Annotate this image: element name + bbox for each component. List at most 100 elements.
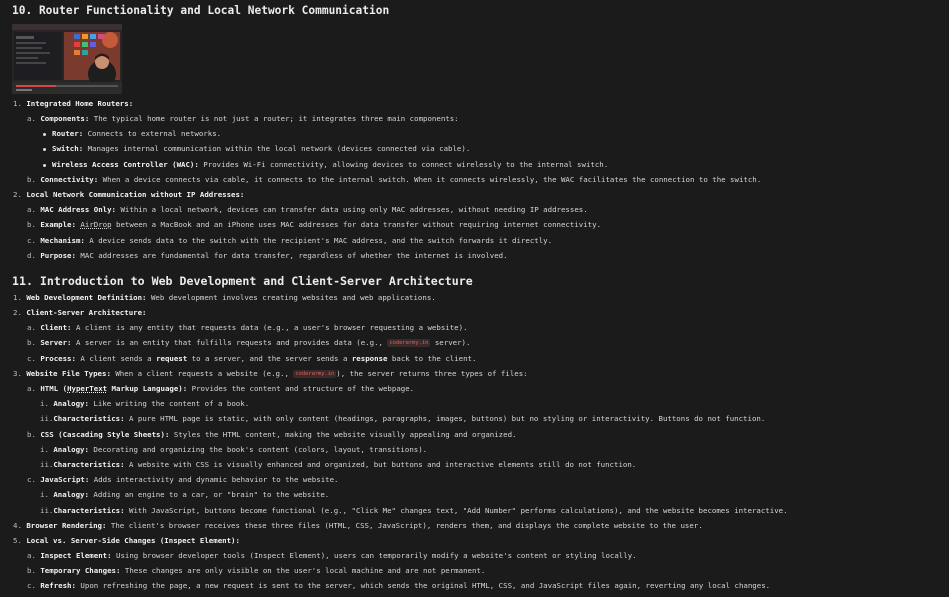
list-item: ii.Characteristics: With JavaScript, but… <box>40 506 788 516</box>
list-item: 3. Website File Types: When a client req… <box>13 369 528 379</box>
item-term: Website File Types: <box>26 369 111 378</box>
list-marker: i. <box>40 445 49 454</box>
request-term: request <box>156 354 188 363</box>
list-item: 5. Local vs. Server-Side Changes (Inspec… <box>13 536 240 546</box>
list-item: a. MAC Address Only: Within a local netw… <box>27 205 588 215</box>
item-text: When a device connects via cable, it con… <box>98 175 762 184</box>
list-item: 2. Client-Server Architecture: <box>13 308 147 318</box>
list-item: b. CSS (Cascading Style Sheets): Styles … <box>27 430 516 440</box>
list-item: b. Connectivity: When a device connects … <box>27 175 761 185</box>
item-term: Local vs. Server-Side Changes (Inspect E… <box>26 536 240 545</box>
inline-code: coderarmy.in <box>293 370 337 378</box>
item-text: The typical home router is not just a ro… <box>89 114 459 123</box>
item-term: Analogy: <box>53 490 89 499</box>
item-text: Decorating and organizing the book's con… <box>88 445 428 454</box>
list-item: 1. Integrated Home Routers: <box>13 99 133 109</box>
list-item: d. Purpose: MAC addresses are fundamenta… <box>27 251 508 261</box>
item-text: MAC addresses are fundamental for data t… <box>75 251 508 260</box>
item-term: Purpose: <box>40 251 76 260</box>
notes-page: 10. Router Functionality and Local Netwo… <box>0 0 949 597</box>
bullet-icon <box>43 147 46 151</box>
list-marker: c. <box>27 581 36 590</box>
item-term: Analogy: <box>53 445 89 454</box>
list-item: c. Refresh: Upon refreshing the page, a … <box>27 581 770 591</box>
list-marker: c. <box>27 354 36 363</box>
item-text: Manages internal communication within th… <box>83 144 471 153</box>
item-text: server). <box>430 338 471 347</box>
item-text: A server is an entity that fulfills requ… <box>71 338 388 347</box>
item-term: Connectivity: <box>40 175 99 184</box>
item-term: Characteristics: <box>53 506 125 515</box>
item-term: Client-Server Architecture: <box>26 308 147 317</box>
item-term: Router: <box>52 129 84 138</box>
item-term: Characteristics: <box>53 460 125 469</box>
item-text: to a server, and the server sends a <box>187 354 352 363</box>
item-term: HTML ( <box>40 384 68 393</box>
item-text: With JavaScript, buttons become function… <box>124 506 788 515</box>
item-term: Analogy: <box>53 399 89 408</box>
hypertext-term: HyperText <box>67 384 108 393</box>
list-item: c. Process: A client sends a request to … <box>27 354 476 364</box>
item-text: These changes are only visible on the us… <box>120 566 486 575</box>
item-text: Upon refreshing the page, a new request … <box>75 581 771 590</box>
list-marker: 2. <box>13 308 22 317</box>
item-term: Mechanism: <box>40 236 85 245</box>
list-marker: ii. <box>40 414 54 423</box>
item-text: Connects to external networks. <box>83 129 222 138</box>
list-item: i. Analogy: Decorating and organizing th… <box>40 445 427 455</box>
item-text: Within a local network, devices can tran… <box>116 205 588 214</box>
item-term: Temporary Changes: <box>40 566 121 575</box>
item-text: A pure HTML page is static, with only co… <box>124 414 766 423</box>
item-text: A device sends data to the switch with t… <box>84 236 553 245</box>
item-text: Adding an engine to a car, or "brain" to… <box>88 490 330 499</box>
list-item: b. Server: A server is an entity that fu… <box>27 338 470 348</box>
item-term: Process: <box>40 354 76 363</box>
list-marker: d. <box>27 251 36 260</box>
list-marker: c. <box>27 475 36 484</box>
list-marker: ii. <box>40 506 54 515</box>
list-item: 1. Web Development Definition: Web devel… <box>13 293 436 303</box>
item-text: A website with CSS is visually enhanced … <box>124 460 637 469</box>
list-item: ii.Characteristics: A website with CSS i… <box>40 460 636 470</box>
list-item: Wireless Access Controller (WAC): Provid… <box>43 160 608 170</box>
item-text: A client sends a <box>75 354 157 363</box>
list-item: 2. Local Network Communication without I… <box>13 190 244 200</box>
list-item: 4. Browser Rendering: The client's brows… <box>13 521 703 531</box>
item-term: Server: <box>40 338 72 347</box>
item-term: Markup Language): <box>107 384 188 393</box>
item-text: The client's browser receives these thre… <box>106 521 703 530</box>
item-text: A client is any entity that requests dat… <box>71 323 468 332</box>
item-text: between a MacBook and an iPhone uses MAC… <box>111 220 602 229</box>
list-marker: b. <box>27 220 36 229</box>
item-term: Local Network Communication without IP A… <box>26 190 245 199</box>
item-text: ), the server returns three types of fil… <box>336 369 528 378</box>
section-10-heading: 10. Router Functionality and Local Netwo… <box>12 4 390 17</box>
list-marker: a. <box>27 205 36 214</box>
video-thumbnail[interactable] <box>12 24 122 94</box>
list-item: a. HTML (HyperText Markup Language): Pro… <box>27 384 414 394</box>
list-marker: 5. <box>13 536 22 545</box>
list-item: Router: Connects to external networks. <box>43 129 221 139</box>
item-term: Web Development Definition: <box>26 293 147 302</box>
item-term: Integrated Home Routers: <box>26 99 134 108</box>
item-term: Refresh: <box>40 581 76 590</box>
list-marker: 1. <box>13 293 22 302</box>
item-term: Browser Rendering: <box>26 521 107 530</box>
list-marker: b. <box>27 175 36 184</box>
list-item: i. Analogy: Like writing the content of … <box>40 399 249 409</box>
list-marker: i. <box>40 490 49 499</box>
list-item: a. Components: The typical home router i… <box>27 114 459 124</box>
list-marker: 3. <box>13 369 22 378</box>
response-term: response <box>351 354 388 363</box>
item-term: Switch: <box>52 144 84 153</box>
item-term: Characteristics: <box>53 414 125 423</box>
item-term: Components: <box>40 114 90 123</box>
bullet-icon <box>43 132 46 136</box>
list-marker: b. <box>27 566 36 575</box>
list-item: b. Example: AirDrop between a MacBook an… <box>27 220 601 230</box>
item-term: Wireless Access Controller (WAC): <box>52 160 199 169</box>
item-term: JavaScript: <box>40 475 90 484</box>
item-text: back to the client. <box>387 354 477 363</box>
list-marker: 1. <box>13 99 22 108</box>
item-text: Using browser developer tools (Inspect E… <box>111 551 637 560</box>
